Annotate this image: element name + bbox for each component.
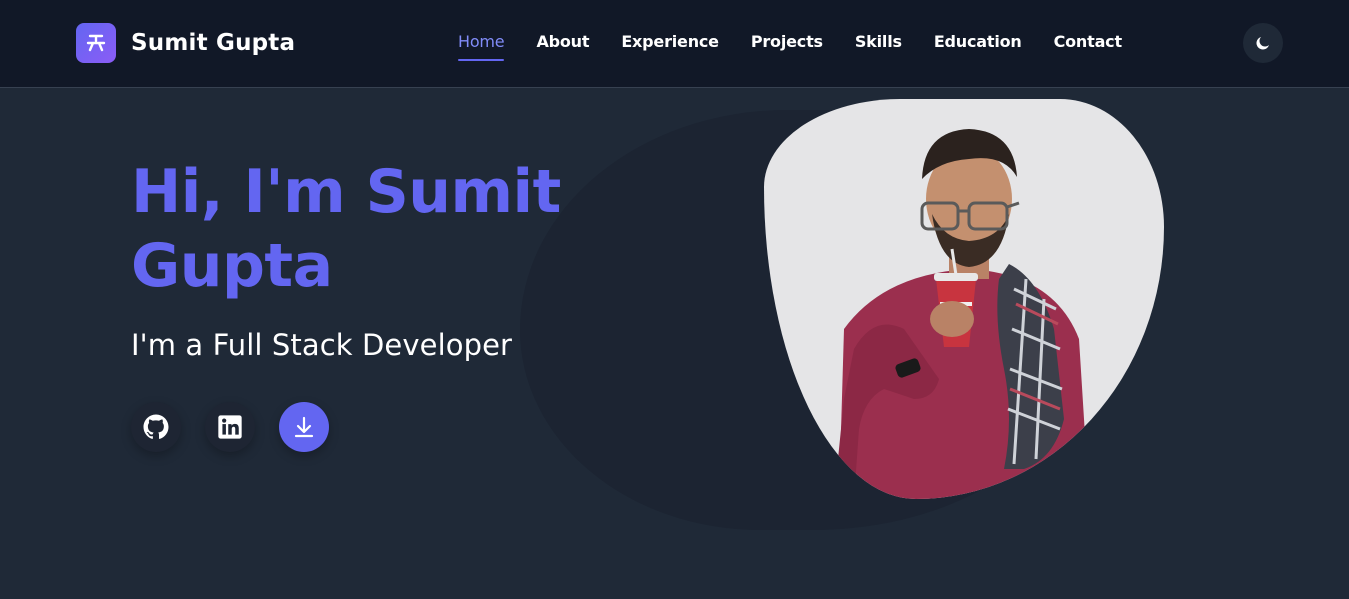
brand[interactable]: Sumit Gupta xyxy=(76,23,295,63)
nav-about[interactable]: About xyxy=(536,32,589,61)
download-icon xyxy=(294,416,314,438)
nav-home[interactable]: Home xyxy=(458,32,505,61)
code-branch-icon xyxy=(76,23,116,63)
main-nav: Home About Experience Projects Skills Ed… xyxy=(458,32,1154,61)
nav-education[interactable]: Education xyxy=(934,32,1022,61)
hero-subtitle: I'm a Full Stack Developer xyxy=(131,328,513,362)
nav-skills[interactable]: Skills xyxy=(855,32,902,61)
hero-title: Hi, I'm Sumit Gupta xyxy=(131,157,561,301)
github-icon xyxy=(143,414,169,439)
moon-icon xyxy=(1256,37,1269,50)
social-links xyxy=(131,402,329,452)
download-resume-button[interactable] xyxy=(279,402,329,452)
nav-contact[interactable]: Contact xyxy=(1054,32,1123,61)
nav-experience[interactable]: Experience xyxy=(621,32,719,61)
nav-projects[interactable]: Projects xyxy=(751,32,823,61)
navbar: Sumit Gupta Home About Experience Projec… xyxy=(0,0,1349,88)
theme-toggle-button[interactable] xyxy=(1243,23,1283,63)
linkedin-button[interactable] xyxy=(205,402,255,452)
github-button[interactable] xyxy=(131,402,181,452)
brand-name: Sumit Gupta xyxy=(131,30,296,56)
linkedin-icon xyxy=(218,415,242,439)
